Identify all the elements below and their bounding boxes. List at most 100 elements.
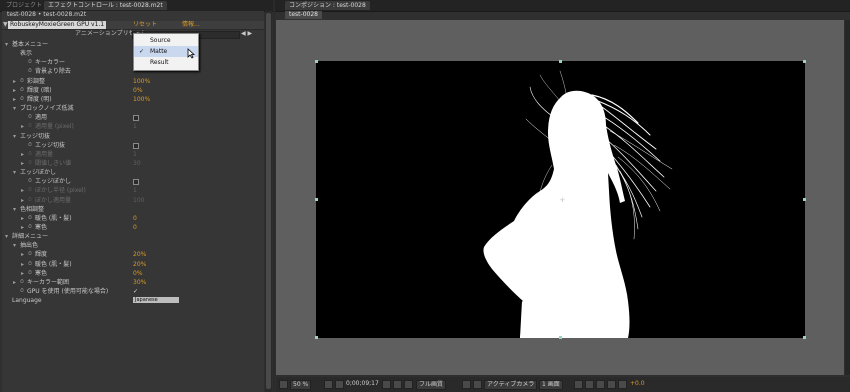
checked-checkbox-icon[interactable]: ✓ xyxy=(133,287,138,296)
timeline-icon[interactable] xyxy=(596,380,605,389)
twirl-arrow-icon[interactable]: ▸ xyxy=(21,223,24,232)
left-scrollbar[interactable] xyxy=(265,11,272,392)
preset-nav-arrows[interactable]: ◀ ▶ xyxy=(241,30,252,38)
stopwatch-icon[interactable]: ⏱ xyxy=(28,67,32,76)
stopwatch-icon[interactable]: ⏱ xyxy=(20,278,24,287)
frame-handle-bc[interactable] xyxy=(559,336,562,339)
always-preview-icon[interactable] xyxy=(279,380,288,389)
stopwatch-icon[interactable]: ⏱ xyxy=(20,86,24,95)
resolution-select[interactable]: フル画質 xyxy=(416,380,447,390)
frame-handle-mr[interactable] xyxy=(803,198,806,201)
param-value[interactable]: 100 xyxy=(133,196,144,205)
param-value[interactable]: 30% xyxy=(133,278,146,287)
stopwatch-icon[interactable]: ⏱ xyxy=(28,159,32,168)
menu-item-source[interactable]: Source xyxy=(134,35,198,46)
twirl-arrow-icon[interactable]: ▾ xyxy=(13,241,16,250)
twirl-arrow-icon[interactable]: ▸ xyxy=(13,86,16,95)
twirl-arrow-icon[interactable]: ▸ xyxy=(13,77,16,86)
twirl-arrow-icon[interactable]: ▸ xyxy=(21,269,24,278)
show-snapshot-icon[interactable] xyxy=(393,380,402,389)
param-value[interactable]: 0 xyxy=(133,223,137,232)
twirl-arrow-icon[interactable]: ▸ xyxy=(21,159,24,168)
param-value[interactable]: 0% xyxy=(133,86,143,95)
twirl-arrow-icon[interactable]: ▸ xyxy=(13,95,16,104)
tab-composition[interactable]: コンポジション : test-0028 xyxy=(285,1,370,10)
twirl-arrow-icon[interactable]: ▾ xyxy=(13,205,16,214)
frame-handle-tr[interactable] xyxy=(803,60,806,63)
twirl-arrow-icon[interactable]: ▸ xyxy=(21,196,24,205)
fast-previews-icon[interactable] xyxy=(585,380,594,389)
camera-select[interactable]: アクティブカメラ xyxy=(484,380,538,390)
stopwatch-icon[interactable]: ⏱ xyxy=(20,95,24,104)
twirl-arrow-icon[interactable]: ▸ xyxy=(21,186,24,195)
twirl-arrow-icon[interactable]: ▸ xyxy=(21,122,24,131)
stopwatch-icon[interactable]: ⏱ xyxy=(28,58,32,67)
stopwatch-icon[interactable]: ⏱ xyxy=(28,260,32,269)
composition-frame[interactable]: ✛ xyxy=(316,61,805,338)
param-checkbox[interactable] xyxy=(133,179,139,186)
param-value[interactable]: 100% xyxy=(133,95,150,104)
twirl-arrow-icon[interactable]: ▾ xyxy=(13,132,16,141)
frame-handle-ml[interactable] xyxy=(315,198,318,201)
param-checkbox[interactable] xyxy=(133,142,139,149)
stopwatch-icon[interactable]: ⏱ xyxy=(28,186,32,195)
about-button[interactable]: 情報... xyxy=(182,21,200,29)
language-select[interactable]: Japanese xyxy=(133,297,179,304)
twirl-arrow-icon[interactable]: ▸ xyxy=(21,260,24,269)
frame-handle-tc[interactable] xyxy=(559,60,562,63)
frame-handle-tl[interactable] xyxy=(315,60,318,63)
effect-name[interactable]: RobuskeyMoxieGreen GPU v1.1 xyxy=(8,21,107,29)
stopwatch-icon[interactable]: ⏱ xyxy=(20,77,24,86)
color-channel-icon[interactable] xyxy=(404,380,413,389)
mask-visibility-icon[interactable] xyxy=(335,380,344,389)
toggle-pixel-aspect-icon[interactable] xyxy=(574,380,583,389)
twirl-arrow-icon[interactable]: ▾ xyxy=(13,104,16,113)
zoom-select[interactable]: 50 % xyxy=(290,380,312,390)
timecode[interactable]: 0;00;09;17 xyxy=(346,380,379,388)
twirl-arrow-icon[interactable]: ▸ xyxy=(21,150,24,159)
stopwatch-icon[interactable]: ⏱ xyxy=(28,196,32,205)
twirl-arrow-icon[interactable]: ▾ xyxy=(5,40,8,49)
transparency-grid-icon[interactable] xyxy=(473,380,482,389)
twirl-arrow-icon[interactable]: ▾ xyxy=(5,232,8,241)
composition-subtab[interactable]: test-0028 xyxy=(285,11,322,19)
stopwatch-icon[interactable]: ⏱ xyxy=(28,122,32,131)
exposure-reset-icon[interactable] xyxy=(618,380,627,389)
stopwatch-icon[interactable]: ⏱ xyxy=(28,141,32,150)
frame-handle-br[interactable] xyxy=(803,336,806,339)
param-value[interactable]: 0% xyxy=(133,269,143,278)
param-value[interactable]: 30 xyxy=(133,159,141,168)
views-select[interactable]: 1 画面 xyxy=(539,380,563,390)
snapshot-camera-icon[interactable] xyxy=(382,380,391,389)
stopwatch-icon[interactable]: ⏱ xyxy=(28,113,32,122)
stopwatch-icon[interactable]: ⏱ xyxy=(20,287,24,296)
param-value[interactable]: 20% xyxy=(133,260,146,269)
flowchart-icon[interactable] xyxy=(607,380,616,389)
stopwatch-icon[interactable]: ⏱ xyxy=(28,250,32,259)
fx-twirl-icon[interactable]: ▼ xyxy=(3,21,8,29)
stopwatch-icon[interactable]: ⏱ xyxy=(28,214,32,223)
param-value[interactable]: 1 xyxy=(133,122,137,131)
param-value[interactable]: 0 xyxy=(133,214,137,223)
twirl-arrow-icon[interactable]: ▸ xyxy=(21,250,24,259)
grid-guides-icon[interactable] xyxy=(324,380,333,389)
param-value[interactable]: 1 xyxy=(133,186,137,195)
twirl-arrow-icon[interactable]: ▸ xyxy=(21,214,24,223)
param-checkbox[interactable] xyxy=(133,115,139,122)
param-value[interactable]: 100% xyxy=(133,77,150,86)
stopwatch-icon[interactable]: ⏱ xyxy=(28,150,32,159)
reset-button[interactable]: リセット xyxy=(133,21,157,29)
tab-effect-controls[interactable]: エフェクトコントロール : test-0028.m2t xyxy=(44,1,167,10)
stopwatch-icon[interactable]: ⏱ xyxy=(28,177,32,186)
twirl-arrow-icon[interactable]: ▾ xyxy=(13,168,16,177)
stopwatch-icon[interactable]: ⏱ xyxy=(28,269,32,278)
tab-project[interactable]: プロジェクト xyxy=(2,1,46,10)
twirl-arrow-icon[interactable]: ▸ xyxy=(13,278,16,287)
left-scrollbar-thumb[interactable] xyxy=(266,13,271,389)
param-value[interactable]: 1 xyxy=(133,150,137,159)
param-value[interactable]: 20% xyxy=(133,250,146,259)
region-of-interest-icon[interactable] xyxy=(462,380,471,389)
frame-handle-bl[interactable] xyxy=(315,336,318,339)
stopwatch-icon[interactable]: ⏱ xyxy=(28,223,32,232)
viewer-scrollbar[interactable] xyxy=(845,20,850,375)
